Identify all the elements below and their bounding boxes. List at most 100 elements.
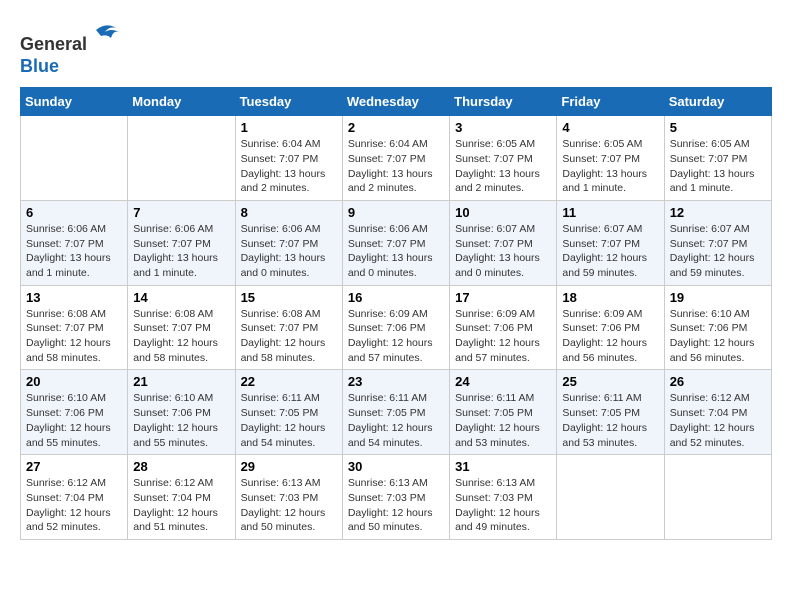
day-detail: Sunrise: 6:12 AMSunset: 7:04 PMDaylight:… (670, 391, 766, 450)
calendar-cell (128, 116, 235, 201)
day-number: 16 (348, 290, 444, 305)
day-number: 24 (455, 374, 551, 389)
day-detail: Sunrise: 6:06 AMSunset: 7:07 PMDaylight:… (26, 222, 122, 281)
weekday-header-sunday: Sunday (21, 88, 128, 116)
day-number: 19 (670, 290, 766, 305)
day-number: 1 (241, 120, 337, 135)
calendar-cell: 21 Sunrise: 6:10 AMSunset: 7:06 PMDayligh… (128, 370, 235, 455)
calendar-cell: 8Sunrise: 6:06 AMSunset: 7:07 PMDaylight… (235, 200, 342, 285)
calendar-cell (21, 116, 128, 201)
calendar-week-5: 27 Sunrise: 6:12 AMSunset: 7:04 PMDayligh… (21, 455, 772, 540)
day-detail: Sunrise: 6:13 AMSunset: 7:03 PMDaylight:… (455, 476, 551, 535)
calendar-cell: 25 Sunrise: 6:11 AMSunset: 7:05 PMDayligh… (557, 370, 664, 455)
day-detail: Sunrise: 6:13 AMSunset: 7:03 PMDaylight:… (348, 476, 444, 535)
day-detail: Sunrise: 6:07 AMSunset: 7:07 PMDaylight:… (455, 222, 551, 281)
weekday-header-monday: Monday (128, 88, 235, 116)
day-number: 2 (348, 120, 444, 135)
day-number: 21 (133, 374, 229, 389)
weekday-header-saturday: Saturday (664, 88, 771, 116)
day-detail: Sunrise: 6:08 AMSunset: 7:07 PMDaylight:… (26, 307, 122, 366)
calendar-cell: 5Sunrise: 6:05 AMSunset: 7:07 PMDaylight… (664, 116, 771, 201)
day-number: 31 (455, 459, 551, 474)
calendar-cell: 11 Sunrise: 6:07 AMSunset: 7:07 PMDayligh… (557, 200, 664, 285)
calendar-cell: 12Sunrise: 6:07 AMSunset: 7:07 PMDayligh… (664, 200, 771, 285)
day-detail: Sunrise: 6:05 AMSunset: 7:07 PMDaylight:… (670, 137, 766, 196)
calendar-cell: 9Sunrise: 6:06 AMSunset: 7:07 PMDaylight… (342, 200, 449, 285)
day-number: 28 (133, 459, 229, 474)
calendar-cell: 24 Sunrise: 6:11 AMSunset: 7:05 PMDayligh… (450, 370, 557, 455)
day-number: 14 (133, 290, 229, 305)
calendar-cell: 20 Sunrise: 6:10 AMSunset: 7:06 PMDayligh… (21, 370, 128, 455)
day-detail: Sunrise: 6:08 AMSunset: 7:07 PMDaylight:… (133, 307, 229, 366)
day-number: 11 (562, 205, 658, 220)
day-detail: Sunrise: 6:08 AMSunset: 7:07 PMDaylight:… (241, 307, 337, 366)
calendar-cell: 26 Sunrise: 6:12 AMSunset: 7:04 PMDayligh… (664, 370, 771, 455)
logo-blue: Blue (20, 56, 59, 76)
day-detail: Sunrise: 6:09 AMSunset: 7:06 PMDaylight:… (562, 307, 658, 366)
day-detail: Sunrise: 6:05 AMSunset: 7:07 PMDaylight:… (562, 137, 658, 196)
weekday-header-wednesday: Wednesday (342, 88, 449, 116)
day-detail: Sunrise: 6:04 AMSunset: 7:07 PMDaylight:… (348, 137, 444, 196)
logo: General Blue (20, 20, 121, 77)
day-number: 27 (26, 459, 122, 474)
day-detail: Sunrise: 6:04 AMSunset: 7:07 PMDaylight:… (241, 137, 337, 196)
day-number: 3 (455, 120, 551, 135)
day-detail: Sunrise: 6:12 AMSunset: 7:04 PMDaylight:… (133, 476, 229, 535)
day-detail: Sunrise: 6:11 AMSunset: 7:05 PMDaylight:… (562, 391, 658, 450)
day-detail: Sunrise: 6:07 AMSunset: 7:07 PMDaylight:… (562, 222, 658, 281)
page-header: General Blue (20, 20, 772, 77)
weekday-header-tuesday: Tuesday (235, 88, 342, 116)
calendar-cell (664, 455, 771, 540)
calendar-cell: 18 Sunrise: 6:09 AMSunset: 7:06 PMDayligh… (557, 285, 664, 370)
day-detail: Sunrise: 6:06 AMSunset: 7:07 PMDaylight:… (133, 222, 229, 281)
day-number: 23 (348, 374, 444, 389)
day-detail: Sunrise: 6:10 AMSunset: 7:06 PMDaylight:… (133, 391, 229, 450)
day-number: 13 (26, 290, 122, 305)
calendar-cell: 31 Sunrise: 6:13 AMSunset: 7:03 PMDayligh… (450, 455, 557, 540)
calendar-cell: 30 Sunrise: 6:13 AMSunset: 7:03 PMDayligh… (342, 455, 449, 540)
weekday-header-friday: Friday (557, 88, 664, 116)
day-number: 30 (348, 459, 444, 474)
day-detail: Sunrise: 6:10 AMSunset: 7:06 PMDaylight:… (26, 391, 122, 450)
calendar-week-1: 1 Sunrise: 6:04 AMSunset: 7:07 PMDaylight… (21, 116, 772, 201)
calendar-cell: 19Sunrise: 6:10 AMSunset: 7:06 PMDayligh… (664, 285, 771, 370)
day-detail: Sunrise: 6:11 AMSunset: 7:05 PMDaylight:… (455, 391, 551, 450)
calendar-cell: 16 Sunrise: 6:09 AMSunset: 7:06 PMDayligh… (342, 285, 449, 370)
calendar-cell: 29 Sunrise: 6:13 AMSunset: 7:03 PMDayligh… (235, 455, 342, 540)
calendar-table: SundayMondayTuesdayWednesdayThursdayFrid… (20, 87, 772, 540)
day-detail: Sunrise: 6:11 AMSunset: 7:05 PMDaylight:… (241, 391, 337, 450)
logo-bird-icon (91, 20, 121, 50)
calendar-cell: 14 Sunrise: 6:08 AMSunset: 7:07 PMDayligh… (128, 285, 235, 370)
day-number: 10 (455, 205, 551, 220)
calendar-cell: 27 Sunrise: 6:12 AMSunset: 7:04 PMDayligh… (21, 455, 128, 540)
calendar-cell: 28 Sunrise: 6:12 AMSunset: 7:04 PMDayligh… (128, 455, 235, 540)
day-number: 17 (455, 290, 551, 305)
day-detail: Sunrise: 6:11 AMSunset: 7:05 PMDaylight:… (348, 391, 444, 450)
calendar-cell: 2 Sunrise: 6:04 AMSunset: 7:07 PMDaylight… (342, 116, 449, 201)
calendar-cell: 3Sunrise: 6:05 AMSunset: 7:07 PMDaylight… (450, 116, 557, 201)
day-number: 15 (241, 290, 337, 305)
day-detail: Sunrise: 6:06 AMSunset: 7:07 PMDaylight:… (241, 222, 337, 281)
calendar-week-3: 13 Sunrise: 6:08 AMSunset: 7:07 PMDayligh… (21, 285, 772, 370)
calendar-cell: 4Sunrise: 6:05 AMSunset: 7:07 PMDaylight… (557, 116, 664, 201)
calendar-cell: 23 Sunrise: 6:11 AMSunset: 7:05 PMDayligh… (342, 370, 449, 455)
calendar-cell: 1 Sunrise: 6:04 AMSunset: 7:07 PMDaylight… (235, 116, 342, 201)
calendar-cell: 17Sunrise: 6:09 AMSunset: 7:06 PMDayligh… (450, 285, 557, 370)
calendar-header: SundayMondayTuesdayWednesdayThursdayFrid… (21, 88, 772, 116)
day-number: 25 (562, 374, 658, 389)
day-number: 20 (26, 374, 122, 389)
calendar-cell: 7Sunrise: 6:06 AMSunset: 7:07 PMDaylight… (128, 200, 235, 285)
day-detail: Sunrise: 6:09 AMSunset: 7:06 PMDaylight:… (348, 307, 444, 366)
weekday-header-thursday: Thursday (450, 88, 557, 116)
day-detail: Sunrise: 6:12 AMSunset: 7:04 PMDaylight:… (26, 476, 122, 535)
day-number: 26 (670, 374, 766, 389)
calendar-cell: 13 Sunrise: 6:08 AMSunset: 7:07 PMDayligh… (21, 285, 128, 370)
day-detail: Sunrise: 6:06 AMSunset: 7:07 PMDaylight:… (348, 222, 444, 281)
day-number: 22 (241, 374, 337, 389)
day-detail: Sunrise: 6:07 AMSunset: 7:07 PMDaylight:… (670, 222, 766, 281)
day-detail: Sunrise: 6:13 AMSunset: 7:03 PMDaylight:… (241, 476, 337, 535)
day-number: 29 (241, 459, 337, 474)
day-number: 6 (26, 205, 122, 220)
day-number: 18 (562, 290, 658, 305)
calendar-cell (557, 455, 664, 540)
